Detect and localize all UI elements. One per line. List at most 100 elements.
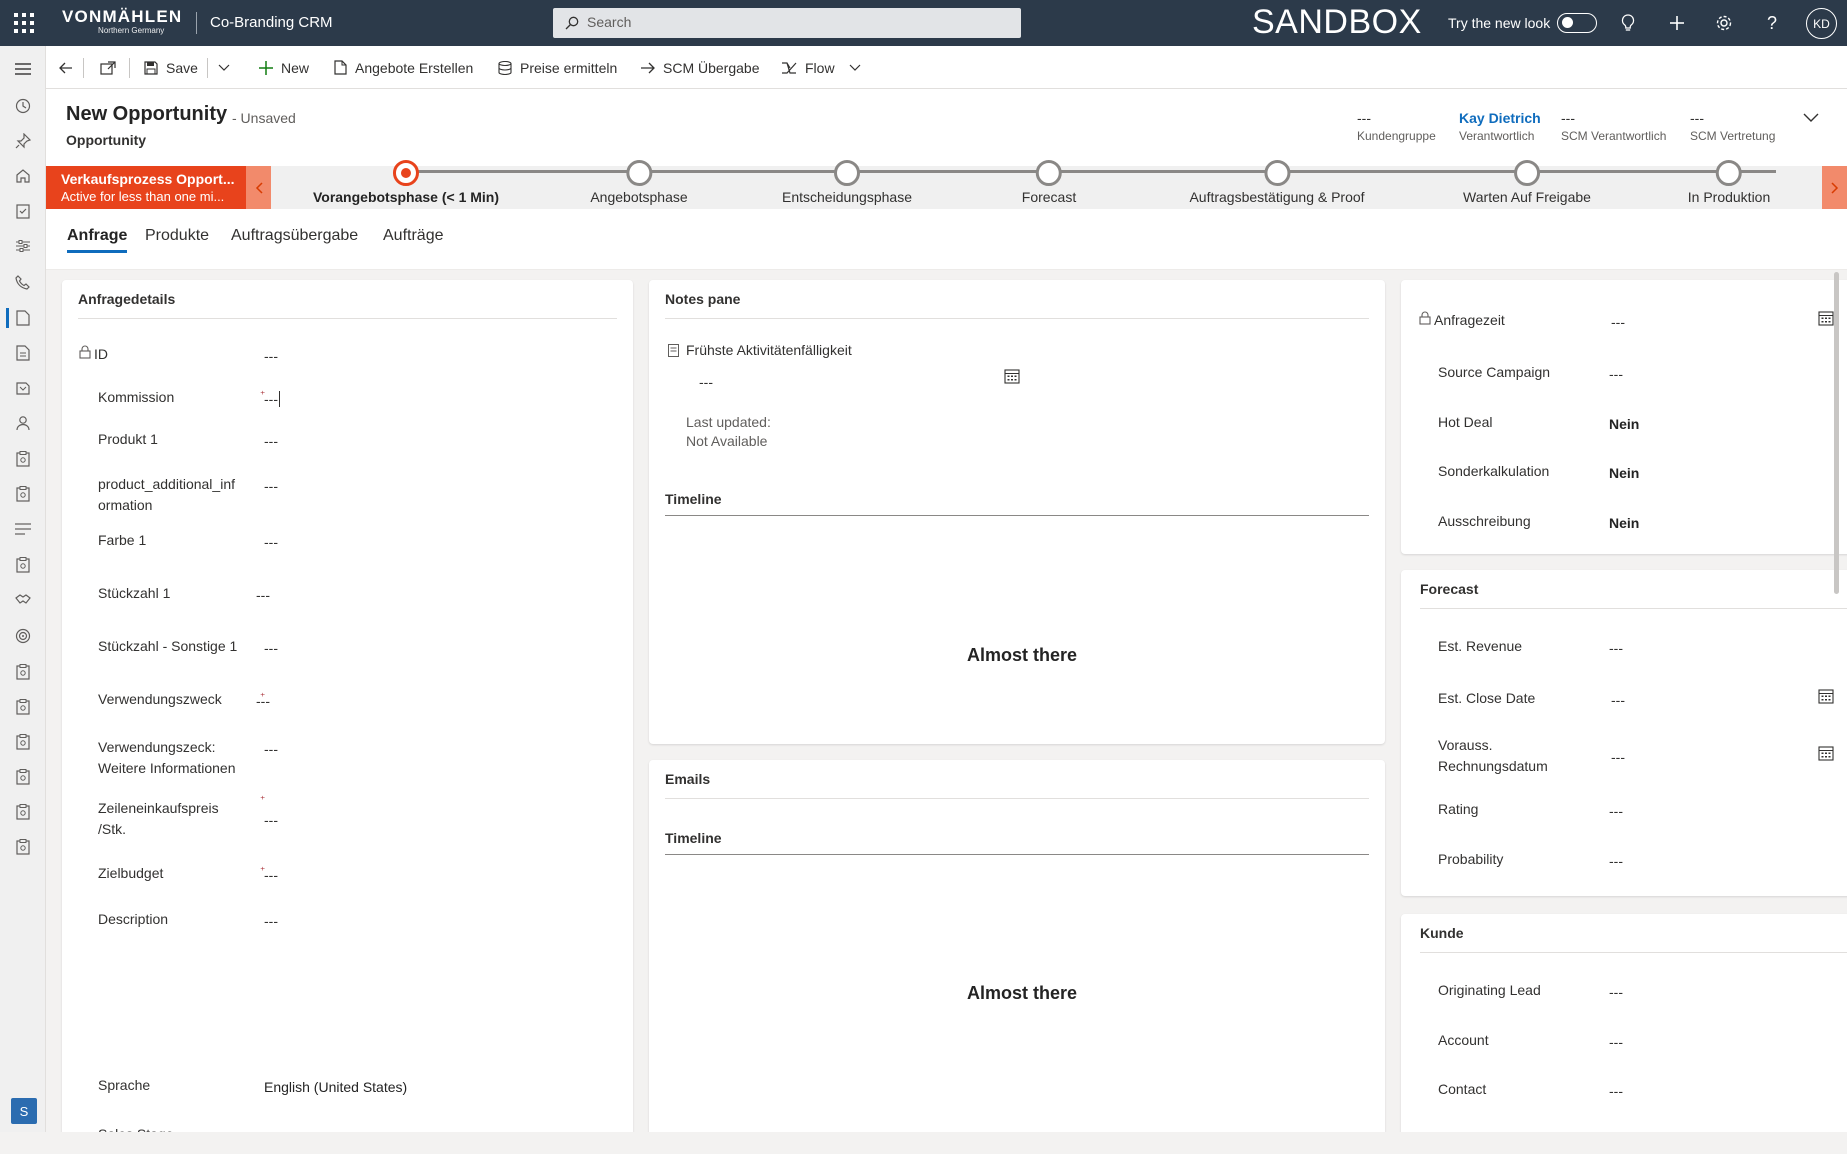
home-icon[interactable] [14, 167, 32, 185]
clipboard-icon[interactable] [14, 663, 32, 681]
save-button[interactable]: Save [144, 46, 198, 89]
back-button[interactable] [59, 46, 81, 89]
document-icon[interactable] [14, 344, 32, 362]
description-textarea[interactable]: --- [264, 913, 278, 929]
new-button[interactable]: New [259, 46, 309, 89]
plus-icon[interactable] [1666, 12, 1688, 34]
tab-anfrage[interactable]: Anfrage [67, 226, 127, 270]
zielbudget-input[interactable]: --- [264, 867, 278, 883]
open-new-window-button[interactable] [100, 46, 124, 89]
person-icon[interactable] [14, 414, 32, 432]
clipboard-icon[interactable] [14, 485, 32, 503]
ausschreibung-toggle[interactable]: Nein [1609, 515, 1639, 531]
fruehste-aktivitaet-input[interactable]: --- [699, 374, 713, 390]
tab-auftragsuebergabe[interactable]: Auftragsübergabe [231, 226, 358, 270]
tab-auftraege[interactable]: Aufträge [383, 226, 443, 270]
header-field-verantwortlich[interactable]: Kay Dietrich Verantwortlich [1459, 109, 1541, 145]
form-tabs: Anfrage Produkte Auftragsübergabe Aufträ… [46, 226, 1847, 270]
source-campaign-lookup[interactable]: --- [1609, 366, 1623, 382]
user-avatar[interactable]: KD [1806, 8, 1837, 39]
contact-lookup[interactable]: --- [1609, 1083, 1623, 1099]
stage-dot [1716, 160, 1742, 186]
calendar-icon[interactable] [1818, 688, 1834, 704]
hot-deal-toggle[interactable]: Nein [1609, 416, 1639, 432]
originating-lead-lookup[interactable]: --- [1609, 984, 1623, 1000]
account-lookup[interactable]: --- [1609, 1034, 1623, 1050]
vorauss-rechnungsdatum-input[interactable]: --- [1611, 749, 1625, 765]
header-field-value: --- [1561, 110, 1575, 126]
handshake-icon[interactable] [14, 591, 32, 609]
verwendungszweck-select[interactable]: --- [256, 693, 270, 709]
target-icon[interactable] [14, 627, 32, 645]
search-input[interactable]: Search [553, 8, 1021, 38]
produkt-1-lookup[interactable]: --- [264, 433, 278, 449]
clipboard-icon[interactable] [14, 556, 32, 574]
kommission-input[interactable]: ---​ [264, 391, 280, 407]
scm-uebergabe-button[interactable]: SCM Übergabe [640, 46, 760, 89]
stueckzahl-sonstige-1-input[interactable]: --- [264, 640, 278, 656]
stage-dot [834, 160, 860, 186]
new-look-toggle[interactable] [1557, 13, 1597, 33]
flow-button[interactable]: Flow [781, 46, 861, 89]
stage-auftragsbestaetigung[interactable]: Auftragsbestätigung & Proof [1189, 160, 1365, 205]
stage-forecast[interactable]: Forecast [1022, 160, 1076, 205]
sprache-select[interactable]: English (United States) [264, 1079, 407, 1095]
angebote-erstellen-button[interactable]: Angebote Erstellen [334, 46, 473, 89]
hamburger-icon[interactable] [14, 60, 32, 78]
farbe-1-input[interactable]: --- [264, 534, 278, 550]
calendar-icon[interactable] [1818, 745, 1834, 761]
header-field-scm-verantwortlich[interactable]: --- SCM Verantwortlich [1561, 109, 1666, 145]
stage-angebotsphase[interactable]: Angebotsphase [590, 160, 688, 205]
stage-warten-auf-freigabe[interactable]: Warten Auf Freigabe [1463, 160, 1591, 205]
stage-in-produktion[interactable]: In Produktion [1688, 160, 1770, 205]
header-field-scm-vertretung[interactable]: --- SCM Vertretung [1690, 109, 1775, 145]
clipboard-icon[interactable] [14, 202, 32, 220]
app-name[interactable]: Co-Branding CRM [210, 14, 333, 31]
process-name-flyout[interactable]: Verkaufsprozess Opport... Active for les… [46, 166, 246, 209]
calendar-icon[interactable] [1004, 368, 1020, 384]
next-stage-button[interactable] [1822, 166, 1847, 209]
product-additional-information-input[interactable]: --- [264, 478, 278, 494]
probability-input[interactable]: --- [1609, 853, 1623, 869]
header-field-kundengruppe[interactable]: --- Kundengruppe [1357, 109, 1436, 145]
stage-entscheidungsphase[interactable]: Entscheidungsphase [782, 160, 912, 205]
list-icon[interactable] [14, 520, 32, 538]
clipboard-icon[interactable] [14, 838, 32, 856]
text-cursor: ​ [279, 391, 280, 407]
calendar-icon[interactable] [1818, 310, 1834, 326]
stage-label: Auftragsbestätigung & Proof [1189, 189, 1365, 205]
zeileneinkaufspreis-input[interactable]: --- [264, 812, 278, 828]
book-icon[interactable] [14, 379, 32, 397]
waffle-icon[interactable] [14, 13, 34, 33]
stueckzahl-1-input[interactable]: --- [256, 587, 270, 603]
clipboard-icon[interactable] [14, 803, 32, 821]
owner-link[interactable]: Kay Dietrich [1459, 109, 1541, 127]
est-revenue-input[interactable]: --- [1609, 640, 1623, 656]
document-icon[interactable] [14, 309, 32, 327]
sonderkalkulation-toggle[interactable]: Nein [1609, 465, 1639, 481]
lightbulb-icon[interactable] [1617, 12, 1639, 34]
recent-icon[interactable] [14, 97, 32, 115]
clipboard-icon[interactable] [14, 698, 32, 716]
save-options-dropdown[interactable] [218, 46, 238, 89]
help-icon[interactable]: ? [1761, 12, 1783, 34]
verwendungszweck-info-input[interactable]: --- [264, 741, 278, 757]
stage-vorangebotsphase[interactable]: Vorangebotsphase (< 1 Min) [313, 160, 499, 205]
gear-icon[interactable] [1713, 12, 1735, 34]
label-line-1: Zeileneinkaufspreis [98, 800, 219, 816]
rating-select[interactable]: --- [1609, 803, 1623, 819]
preise-ermitteln-button[interactable]: Preise ermitteln [498, 46, 617, 89]
pinned-icon[interactable] [14, 132, 32, 150]
phone-icon[interactable] [14, 273, 32, 291]
clipboard-icon[interactable] [14, 768, 32, 786]
tab-produkte[interactable]: Produkte [145, 226, 209, 270]
area-switcher-badge[interactable]: S [11, 1098, 37, 1124]
chevron-down-icon[interactable] [1803, 113, 1819, 123]
previous-stage-button[interactable] [246, 166, 271, 209]
clipboard-icon[interactable] [14, 733, 32, 751]
clipboard-icon[interactable] [14, 450, 32, 468]
settings-sliders-icon[interactable] [14, 237, 32, 255]
est-close-date-input[interactable]: --- [1611, 692, 1625, 708]
vertical-scrollbar[interactable] [1834, 272, 1839, 594]
field-label-vorauss-rechnungsdatum: Vorauss. Rechnungsdatum [1438, 735, 1548, 777]
